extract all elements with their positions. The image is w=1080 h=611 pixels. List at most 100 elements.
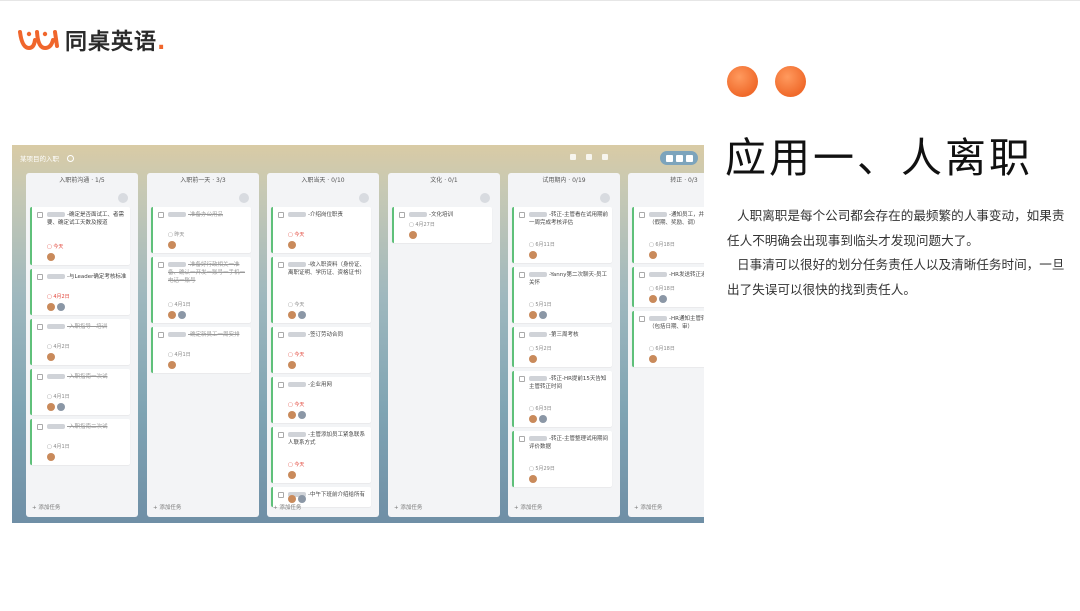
add-task-button[interactable]: + 添加任务 bbox=[634, 503, 662, 511]
task-card[interactable]: -介绍岗位职责 ▢ 今天 bbox=[271, 207, 371, 253]
task-card[interactable]: -准备办公用品 ▢ 昨天 bbox=[151, 207, 251, 253]
task-title: -通知员工，并正式结（假期、奖励、调） bbox=[649, 212, 704, 226]
add-card-icon[interactable] bbox=[359, 193, 369, 203]
task-card[interactable]: -通知员工，并正式结（假期、奖励、调） ▢ 6月18日 bbox=[632, 207, 704, 263]
task-title: -HR发送转正通 bbox=[649, 271, 704, 279]
task-checkbox[interactable] bbox=[158, 212, 164, 218]
member-icon[interactable] bbox=[570, 154, 576, 160]
column-header: 入职前沟通 · 1/5 bbox=[59, 177, 105, 184]
kanban-screenshot: 某项目的入职 入职前沟通 · 1/5 -确定是否面试工、者需要、确定试工天数及报道… bbox=[12, 145, 704, 523]
task-due-date: ▢ 4月1日 bbox=[47, 394, 70, 400]
chart-view-icon[interactable] bbox=[685, 154, 693, 162]
task-card[interactable]: -HR发送转正通 ▢ 6月18日 bbox=[632, 267, 704, 307]
task-checkbox[interactable] bbox=[158, 332, 164, 338]
task-checkbox[interactable] bbox=[519, 436, 525, 442]
avatar bbox=[298, 495, 306, 503]
gear-icon[interactable] bbox=[67, 154, 74, 162]
task-card[interactable]: -入职指南一次试 ▢ 4月1日 bbox=[30, 369, 130, 415]
avatar bbox=[529, 311, 537, 319]
orange-dot-2 bbox=[775, 66, 806, 97]
task-title: -转正-HR提前15天告知主管转正时间 bbox=[529, 376, 607, 390]
task-card[interactable]: -入职指导 · 培训 ▢ 4月2日 bbox=[30, 319, 130, 365]
task-checkbox[interactable] bbox=[519, 376, 525, 382]
board-view-icon[interactable] bbox=[675, 154, 683, 162]
orange-dot-1 bbox=[727, 66, 758, 97]
task-card[interactable]: -HR通知主管转正流程（包括日期、审） ▢ 6月18日 bbox=[632, 311, 704, 367]
task-card[interactable]: -文化培训 ▢ 4月27日 bbox=[392, 207, 492, 243]
task-checkbox[interactable] bbox=[37, 212, 43, 218]
task-checkbox[interactable] bbox=[519, 212, 525, 218]
blurred-name bbox=[529, 212, 547, 217]
task-checkbox[interactable] bbox=[278, 382, 284, 388]
add-task-button[interactable]: + 添加任务 bbox=[153, 503, 181, 511]
kanban-column: 文化 · 0/1 -文化培训 ▢ 4月27日 + 添加任务 bbox=[388, 173, 500, 517]
avatar bbox=[529, 475, 537, 483]
task-checkbox[interactable] bbox=[158, 262, 164, 268]
filter-icon[interactable] bbox=[586, 154, 592, 160]
avatar bbox=[168, 361, 176, 369]
task-card[interactable]: -企业用网 ▢ 今天 bbox=[271, 377, 371, 423]
task-checkbox[interactable] bbox=[399, 212, 405, 218]
add-card-icon[interactable] bbox=[239, 193, 249, 203]
task-checkbox[interactable] bbox=[37, 274, 43, 280]
blurred-name bbox=[288, 332, 306, 337]
task-title: -入职指南一次试 bbox=[47, 373, 129, 381]
list-view-icon[interactable] bbox=[665, 154, 673, 162]
task-due-date: ▢ 6月3日 bbox=[529, 406, 552, 412]
avatar bbox=[288, 411, 296, 419]
add-task-button[interactable]: + 添加任务 bbox=[273, 503, 301, 511]
task-card[interactable]: -确定新员工一周安排 ▢ 4月1日 bbox=[151, 327, 251, 373]
add-task-button[interactable]: + 添加任务 bbox=[32, 503, 60, 511]
task-checkbox[interactable] bbox=[278, 492, 284, 498]
avatar bbox=[168, 311, 176, 319]
task-title: -转正-主管整理试用期间评价数据 bbox=[529, 436, 608, 450]
task-card[interactable]: -Yanny第二次聊天-员工关怀 ▢ 5月1日 bbox=[512, 267, 612, 323]
avatar bbox=[288, 495, 296, 503]
task-card[interactable]: -确定是否面试工、者需要、确定试工天数及报道 ▢ 今天 bbox=[30, 207, 130, 265]
blurred-name bbox=[529, 272, 547, 277]
decor-dots bbox=[727, 66, 806, 97]
task-card[interactable]: -收入职资料（身份证、离职证明、学历证、资格证书） ▢ 今天 bbox=[271, 257, 371, 323]
add-task-button[interactable]: + 添加任务 bbox=[394, 503, 422, 511]
task-checkbox[interactable] bbox=[639, 212, 645, 218]
avatar bbox=[47, 353, 55, 361]
task-card[interactable]: -入职指南二次试 ▢ 4月1日 bbox=[30, 419, 130, 465]
view-toggle[interactable] bbox=[660, 151, 698, 165]
task-checkbox[interactable] bbox=[278, 432, 284, 438]
add-task-button[interactable]: + 添加任务 bbox=[514, 503, 542, 511]
task-checkbox[interactable] bbox=[278, 212, 284, 218]
kanban-column: 试用期内 · 0/19 -转正-主管看在试用期前一周完成考核评估 ▢ 6月11日 -Y… bbox=[508, 173, 620, 517]
avatar bbox=[409, 231, 417, 239]
task-title: -收入职资料（身份证、离职证明、学历证、资格证书） bbox=[288, 262, 366, 276]
task-checkbox[interactable] bbox=[519, 272, 525, 278]
task-checkbox[interactable] bbox=[278, 332, 284, 338]
task-checkbox[interactable] bbox=[37, 424, 43, 430]
avatar bbox=[288, 471, 296, 479]
add-card-icon[interactable] bbox=[118, 193, 128, 203]
task-checkbox[interactable] bbox=[278, 262, 284, 268]
task-card[interactable]: -转正-主管整理试用期间评价数据 ▢ 5月29日 bbox=[512, 431, 612, 487]
task-checkbox[interactable] bbox=[639, 316, 645, 322]
task-card[interactable]: -转正-主管看在试用期前一周完成考核评估 ▢ 6月11日 bbox=[512, 207, 612, 263]
blurred-name bbox=[409, 212, 427, 217]
add-card-icon[interactable] bbox=[600, 193, 610, 203]
task-checkbox[interactable] bbox=[37, 374, 43, 380]
task-checkbox[interactable] bbox=[519, 332, 525, 338]
blurred-name bbox=[168, 262, 186, 267]
task-checkbox[interactable] bbox=[639, 272, 645, 278]
task-checkbox[interactable] bbox=[37, 324, 43, 330]
menu-icon[interactable] bbox=[602, 154, 608, 160]
column-header: 文化 · 0/1 bbox=[430, 177, 458, 184]
task-card[interactable]: -签订劳动合同 ▢ 今天 bbox=[271, 327, 371, 373]
add-card-icon[interactable] bbox=[480, 193, 490, 203]
task-card[interactable]: -转正-HR提前15天告知主管转正时间 ▢ 6月3日 bbox=[512, 371, 612, 427]
task-title: -确定是否面试工、者需要、确定试工天数及报道 bbox=[47, 212, 124, 226]
project-title[interactable]: 某项目的入职 bbox=[20, 153, 59, 163]
task-card[interactable]: -主管添加员工紧急联系人联系方式 ▢ 今天 bbox=[271, 427, 371, 483]
avatar bbox=[288, 311, 296, 319]
task-due-date: ▢ 6月18日 bbox=[649, 286, 675, 292]
task-title: -准备好行政相关一准备、确认一开发一账号一手机一电话一账号 bbox=[168, 262, 246, 284]
task-card[interactable]: -准备好行政相关一准备、确认一开发一账号一手机一电话一账号 ▢ 4月1日 bbox=[151, 257, 251, 323]
task-card[interactable]: -与Leader确定考核标准 ▢ 4月2日 bbox=[30, 269, 130, 315]
task-card[interactable]: -第三周考核 ▢ 5月2日 bbox=[512, 327, 612, 367]
